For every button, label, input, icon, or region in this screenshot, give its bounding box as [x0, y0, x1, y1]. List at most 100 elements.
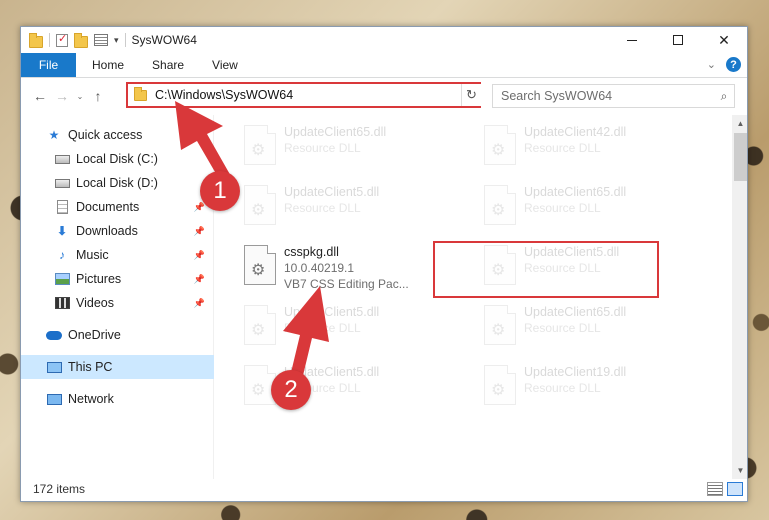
file-type: Resource DLL — [284, 141, 361, 155]
refresh-button[interactable]: ↻ — [461, 84, 481, 106]
file-description: VB7 CSS Editing Pac... — [284, 277, 409, 291]
recent-locations-icon[interactable]: ⌄ — [73, 92, 87, 101]
refresh-icon: ↻ — [466, 87, 477, 102]
file-item[interactable]: ⚙ UpdateClient19.dll Resource DLL — [476, 361, 696, 411]
item-count: 172 items — [33, 482, 86, 496]
minimize-icon — [627, 39, 637, 41]
up-arrow-icon[interactable]: ↑ — [87, 88, 109, 104]
address-path[interactable]: C:\Windows\SysWOW64 — [155, 88, 461, 102]
dll-file-icon: ⚙ — [484, 305, 516, 345]
nav-item-label: Local Disk (D:) — [76, 176, 158, 190]
window-controls: ✕ — [609, 27, 747, 53]
file-name: UpdateClient19.dll — [524, 365, 627, 379]
nav-item-music[interactable]: ♪ Music 📌 — [21, 243, 213, 267]
scroll-thumb[interactable] — [734, 133, 747, 181]
nav-item-label: Documents — [76, 200, 140, 214]
download-icon: ⬇ — [56, 224, 68, 238]
dll-file-icon: ⚙ — [244, 125, 276, 165]
nav-item-network[interactable]: Network — [21, 387, 213, 411]
network-icon — [46, 392, 62, 406]
quick-access-toolbar: ▾ — [21, 32, 126, 48]
nav-item-label: Network — [68, 392, 114, 406]
nav-item-quick-access[interactable]: ★ Quick access — [21, 123, 213, 147]
ribbon-tabs: File Home Share View ⌄ ? — [21, 53, 747, 78]
ribbon-right-controls: ⌄ ? — [707, 57, 741, 72]
maximize-button[interactable] — [655, 27, 701, 53]
file-name: UpdateClient65.dll — [284, 125, 387, 139]
file-type: Resource DLL — [524, 321, 601, 335]
file-list-pane: ⚙ UpdateClient65.dll Resource DLL ⚙ Updat… — [214, 115, 747, 479]
pin-icon[interactable]: 📌 — [194, 226, 205, 237]
scroll-up-icon[interactable]: ▲ — [732, 115, 747, 132]
nav-item-label: Pictures — [76, 272, 122, 286]
pin-icon[interactable]: 📌 — [194, 250, 205, 261]
tab-view[interactable]: View — [198, 53, 252, 77]
file-item[interactable]: ⚙ UpdateClient65.dll Resource DLL — [236, 121, 456, 171]
file-name: UpdateClient65.dll — [524, 305, 627, 319]
view-toggles — [707, 482, 743, 496]
toolbar-divider — [124, 33, 126, 47]
close-button[interactable]: ✕ — [701, 27, 747, 53]
tab-share[interactable]: Share — [138, 53, 198, 77]
nav-item-pictures[interactable]: Pictures 📌 — [21, 267, 213, 291]
nav-item-label: OneDrive — [68, 328, 121, 342]
new-folder-icon[interactable] — [74, 32, 88, 48]
tiles-view-icon[interactable] — [727, 482, 743, 496]
file-item[interactable]: ⚙ UpdateClient5.dll Resource DLL — [236, 361, 456, 411]
file-explorer-window: ▾ SysWOW64 ✕ File Home Share View ⌄ ? ← … — [20, 26, 748, 502]
pin-icon[interactable]: 📌 — [194, 298, 205, 309]
minimize-button[interactable] — [609, 27, 655, 53]
file-name: UpdateClient5.dll — [284, 185, 380, 199]
nav-item-label: Quick access — [68, 128, 143, 142]
dll-file-icon: ⚙ — [484, 125, 516, 165]
disk-icon — [54, 152, 70, 166]
nav-item-local-disk-d[interactable]: Local Disk (D:) — [21, 171, 213, 195]
main-content: ★ Quick access Local Disk (C:) Local Dis… — [21, 115, 747, 479]
onedrive-icon — [46, 328, 62, 342]
file-item[interactable]: ⚙ UpdateClient42.dll Resource DLL — [476, 121, 696, 171]
pin-icon[interactable]: 📌 — [194, 274, 205, 285]
file-item[interactable]: ⚙ UpdateClient5.dll Resource DLL — [236, 181, 456, 231]
status-bar: 172 items — [21, 477, 747, 501]
nav-item-label: Downloads — [76, 224, 138, 238]
nav-item-onedrive[interactable]: OneDrive — [21, 323, 213, 347]
document-icon — [54, 200, 70, 214]
file-highlight-box — [433, 241, 659, 298]
back-arrow-icon[interactable]: ← — [29, 88, 51, 104]
nav-item-documents[interactable]: Documents 📌 — [21, 195, 213, 219]
details-view-icon[interactable] — [707, 482, 723, 496]
search-icon[interactable]: ⌕ — [714, 89, 734, 104]
file-item[interactable]: ⚙ UpdateClient5.dll Resource DLL — [236, 301, 456, 351]
nav-item-this-pc[interactable]: This PC — [21, 355, 214, 379]
nav-item-downloads[interactable]: ⬇ Downloads 📌 — [21, 219, 213, 243]
expand-ribbon-icon[interactable]: ⌄ — [707, 58, 716, 71]
folder-icon — [29, 32, 43, 48]
file-item[interactable]: ⚙ UpdateClient65.dll Resource DLL — [476, 181, 696, 231]
step-1-callout: 1 — [200, 171, 240, 211]
properties-check-icon[interactable] — [56, 32, 68, 47]
customize-toolbar-icon[interactable] — [94, 34, 108, 46]
dll-file-icon: ⚙ — [484, 185, 516, 225]
nav-item-label: This PC — [68, 360, 113, 374]
maximize-icon — [673, 35, 683, 45]
vertical-scrollbar[interactable]: ▲ ▼ — [732, 115, 747, 479]
file-name: csspkg.dll — [284, 245, 339, 259]
search-input[interactable] — [493, 89, 714, 103]
file-name: UpdateClient65.dll — [524, 185, 627, 199]
nav-item-videos[interactable]: Videos 📌 — [21, 291, 213, 315]
qat-dropdown-icon[interactable]: ▾ — [114, 35, 119, 46]
file-item-csspkg[interactable]: ⚙ csspkg.dll 10.0.40219.1 VB7 CSS Editin… — [236, 241, 456, 291]
nav-item-label: Videos — [76, 296, 114, 310]
tab-file[interactable]: File — [21, 53, 76, 77]
file-item[interactable]: ⚙ UpdateClient65.dll Resource DLL — [476, 301, 696, 351]
address-bar[interactable]: C:\Windows\SysWOW64 ⌄ — [126, 82, 481, 108]
help-icon[interactable]: ? — [726, 57, 741, 72]
forward-arrow-icon[interactable]: → — [51, 88, 73, 104]
tab-home[interactable]: Home — [76, 53, 138, 77]
file-name: UpdateClient42.dll — [524, 125, 627, 139]
search-box[interactable]: ⌕ — [492, 84, 735, 108]
file-version: 10.0.40219.1 — [284, 261, 355, 275]
nav-item-local-disk-c[interactable]: Local Disk (C:) — [21, 147, 213, 171]
disk-icon — [54, 176, 70, 190]
file-type: Resource DLL — [284, 201, 361, 215]
